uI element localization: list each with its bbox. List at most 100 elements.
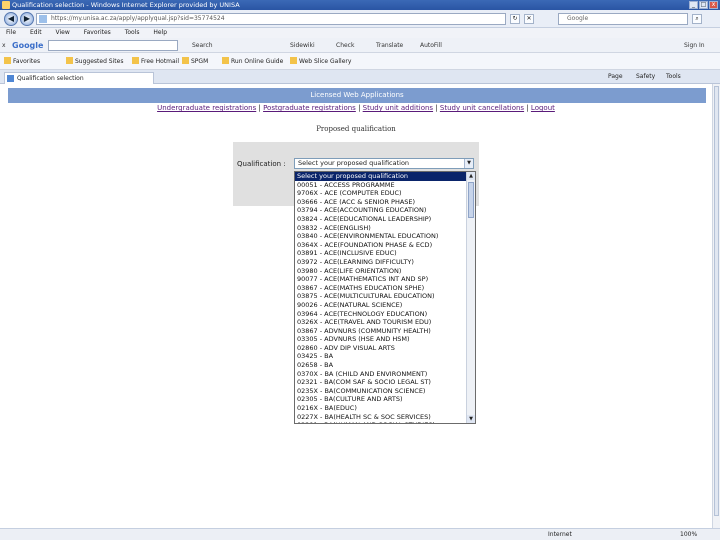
- favorites-button[interactable]: Favorites: [4, 53, 40, 70]
- page-banner: Licensed Web Applications: [8, 88, 706, 103]
- option-item[interactable]: 03832 - ACE(ENGLISH): [295, 224, 475, 233]
- menu-file[interactable]: File: [6, 29, 16, 36]
- link-logout[interactable]: Logout: [531, 104, 555, 112]
- option-item[interactable]: 00051 - ACCESS PROGRAMME: [295, 181, 475, 190]
- zoom-level[interactable]: 100%: [680, 529, 697, 540]
- scroll-up-icon[interactable]: ▲: [467, 172, 475, 180]
- link-separator: |: [258, 104, 261, 112]
- option-item[interactable]: 0370X - BA (CHILD AND ENVIRONMENT): [295, 370, 475, 379]
- stop-button[interactable]: ✕: [524, 14, 534, 24]
- qualification-select[interactable]: Select your proposed qualification ▼: [294, 158, 474, 169]
- link-postgraduate-registrations[interactable]: Postgraduate registrations: [263, 104, 356, 112]
- scroll-thumb[interactable]: [468, 182, 474, 218]
- page-icon: [7, 75, 14, 82]
- page-scrollbar[interactable]: [712, 84, 720, 528]
- back-button[interactable]: ◀: [4, 12, 18, 26]
- window-title: Qualification selection - Windows Intern…: [12, 1, 240, 9]
- qualification-label: Qualification :: [237, 160, 286, 168]
- tools-menu[interactable]: Tools: [666, 70, 681, 84]
- page-icon: [222, 57, 229, 64]
- page-icon: [66, 57, 73, 64]
- dropdown-scrollbar[interactable]: ▲ ▼: [466, 172, 475, 423]
- nav-links: Undergraduate registrations | Postgradua…: [0, 103, 712, 114]
- link-study-unit-cancellations[interactable]: Study unit cancellations: [440, 104, 524, 112]
- option-item[interactable]: 90077 - ACE(MATHEMATICS INT AND SP): [295, 275, 475, 284]
- search-input[interactable]: Google: [558, 13, 688, 25]
- status-zone: Internet: [548, 531, 572, 538]
- page-subtitle: Proposed qualification: [316, 125, 396, 133]
- option-item[interactable]: 02291 - BA(HUMAN AND SOCIAL STUDIES): [295, 421, 475, 423]
- option-item[interactable]: 0216X - BA(EDUC): [295, 404, 475, 413]
- link-undergraduate-registrations[interactable]: Undergraduate registrations: [157, 104, 256, 112]
- url-field[interactable]: https://my.unisa.ac.za/apply/applyqual.j…: [36, 13, 506, 25]
- menu-bar: File Edit View Favorites Tools Help: [0, 28, 720, 38]
- refresh-button[interactable]: ↻: [510, 14, 520, 24]
- option-item[interactable]: 03840 - ACE(ENVIRONMENTAL EDUCATION): [295, 232, 475, 241]
- sidewiki-button[interactable]: Sidewiki: [290, 38, 315, 53]
- window-controls: _ □ x: [689, 1, 718, 9]
- option-item[interactable]: 9706X - ACE (COMPUTER EDUC): [295, 189, 475, 198]
- fav-web-slice-gallery[interactable]: Web Slice Gallery: [290, 53, 351, 70]
- scroll-down-icon[interactable]: ▼: [467, 415, 475, 423]
- toolbar-close-icon[interactable]: x: [2, 38, 6, 53]
- option-item[interactable]: 03666 - ACE (ACC & SENIOR PHASE): [295, 198, 475, 207]
- forward-button[interactable]: ▶: [20, 12, 34, 26]
- option-item[interactable]: 0235X - BA(COMMUNICATION SCIENCE): [295, 387, 475, 396]
- autofill-button[interactable]: AutoFill: [420, 38, 442, 53]
- search-icon[interactable]: ⌕: [692, 14, 702, 24]
- option-item[interactable]: 90026 - ACE(NATURAL SCIENCE): [295, 301, 475, 310]
- option-selected[interactable]: Select your proposed qualification: [295, 172, 475, 181]
- safety-menu[interactable]: Safety: [636, 70, 655, 84]
- menu-favorites[interactable]: Favorites: [84, 29, 111, 36]
- close-button[interactable]: x: [709, 1, 718, 9]
- menu-edit[interactable]: Edit: [30, 29, 42, 36]
- menu-help[interactable]: Help: [153, 29, 167, 36]
- page-scroll-thumb[interactable]: [714, 86, 719, 516]
- option-item[interactable]: 02860 - ADV DIP VISUAL ARTS: [295, 344, 475, 353]
- window-titlebar: Qualification selection - Windows Intern…: [0, 0, 720, 10]
- minimize-button[interactable]: _: [689, 1, 698, 9]
- translate-button[interactable]: Translate: [376, 38, 403, 53]
- option-item[interactable]: 03972 - ACE(LEARNING DIFFICULTY): [295, 258, 475, 267]
- link-study-unit-additions[interactable]: Study unit additions: [363, 104, 433, 112]
- tab-bar: Qualification selection Page Safety Tool…: [0, 70, 720, 84]
- option-item[interactable]: 03980 - ACE(LIFE ORIENTATION): [295, 267, 475, 276]
- qualification-dropdown-list[interactable]: Select your proposed qualification 00051 …: [294, 171, 476, 424]
- option-item[interactable]: 03875 - ACE(MULTICULTURAL EDUCATION): [295, 292, 475, 301]
- check-button[interactable]: Check: [336, 38, 354, 53]
- option-item[interactable]: 0364X - ACE(FOUNDATION PHASE & ECD): [295, 241, 475, 250]
- fav-run-online-guide[interactable]: Run Online Guide: [222, 53, 283, 70]
- option-item[interactable]: 0326X - ACE(TRAVEL AND TOURISM EDU): [295, 318, 475, 327]
- option-item[interactable]: 0227X - BA(HEALTH SC & SOC SERVICES): [295, 413, 475, 422]
- option-item[interactable]: 03867 - ACE(MATHS EDUCATION SPHE): [295, 284, 475, 293]
- maximize-button[interactable]: □: [699, 1, 708, 9]
- page-menu[interactable]: Page: [608, 70, 623, 84]
- chevron-down-icon[interactable]: ▼: [464, 159, 473, 168]
- option-item[interactable]: 02321 - BA(COM SAF & SOCIO LEGAL ST): [295, 378, 475, 387]
- sign-in-button[interactable]: Sign In: [684, 38, 705, 53]
- fav-free-hotmail[interactable]: Free Hotmail: [132, 53, 179, 70]
- link-separator: |: [526, 104, 529, 112]
- option-item[interactable]: 03425 - BA: [295, 352, 475, 361]
- page-icon: [290, 57, 297, 64]
- fav-spgm[interactable]: SPGM: [182, 53, 208, 70]
- page-icon: [132, 57, 139, 64]
- google-logo: Google: [12, 41, 44, 50]
- option-item[interactable]: 02658 - BA: [295, 361, 475, 370]
- option-item[interactable]: 03867 - ADVNURS (COMMUNITY HEALTH): [295, 327, 475, 336]
- google-search-input[interactable]: [48, 40, 178, 51]
- menu-tools[interactable]: Tools: [125, 29, 140, 36]
- option-item[interactable]: 03964 - ACE(TECHNOLOGY EDUCATION): [295, 310, 475, 319]
- fav-suggested-sites[interactable]: Suggested Sites: [66, 53, 123, 70]
- menu-view[interactable]: View: [56, 29, 70, 36]
- tab-label: Qualification selection: [17, 75, 84, 82]
- option-item[interactable]: 03891 - ACE(INCLUSIVE EDUC): [295, 249, 475, 258]
- option-item[interactable]: 03305 - ADVNURS (HSE AND HSM): [295, 335, 475, 344]
- search-placeholder: Google: [567, 15, 589, 22]
- option-item[interactable]: 03824 - ACE(EDUCATIONAL LEADERSHIP): [295, 215, 475, 224]
- star-icon: [4, 57, 11, 64]
- google-search-button[interactable]: Search: [192, 38, 213, 53]
- option-item[interactable]: 02305 - BA(CULTURE AND ARTS): [295, 395, 475, 404]
- tab-qualification-selection[interactable]: Qualification selection: [4, 72, 154, 84]
- option-item[interactable]: 03794 - ACE(ACCOUNTING EDUCATION): [295, 206, 475, 215]
